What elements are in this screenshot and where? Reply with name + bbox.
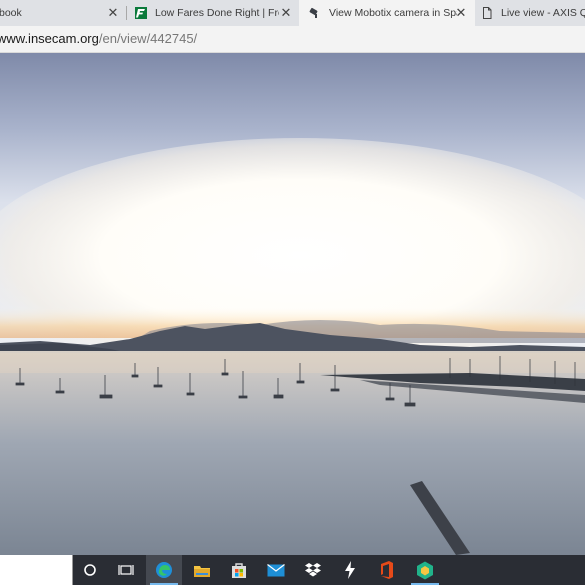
url-field[interactable]: www.insecam.org/en/view/442745/ [0, 31, 197, 46]
tab-close-icon[interactable]: ✕ [279, 6, 293, 20]
tab-frontier[interactable]: Low Fares Done Right | Frontier ✕ [127, 0, 299, 26]
tab-axis-live-view[interactable]: Live view - AXIS Q17 [475, 0, 585, 26]
webcam-image [0, 53, 585, 555]
mail-icon [267, 563, 285, 576]
page-icon [483, 7, 492, 19]
lightning-app-button[interactable] [332, 555, 368, 585]
tab-close-icon[interactable]: ✕ [106, 6, 120, 20]
tab-title: book [0, 7, 22, 19]
cortana-icon [84, 564, 96, 576]
camera-icon [309, 7, 318, 18]
url-path: /en/view/442745/ [98, 31, 198, 46]
file-explorer-button[interactable] [184, 555, 220, 585]
windows-taskbar [0, 555, 585, 585]
harbor-sunrise-scene [0, 53, 585, 555]
green-hex-app-button[interactable] [407, 555, 443, 585]
frontier-logo-icon [135, 7, 147, 19]
office-button[interactable] [369, 555, 405, 585]
store-icon [232, 562, 246, 578]
tab-title: Low Fares Done Right | Frontier [155, 7, 279, 19]
dropbox-button[interactable] [295, 555, 331, 585]
green-hex-app-icon [417, 561, 433, 579]
taskbar-search-box[interactable] [0, 555, 73, 585]
edge-taskbar-button[interactable] [146, 555, 182, 585]
task-view-button[interactable] [108, 555, 144, 585]
tab-title: View Mobotix camera in Spain [329, 7, 457, 19]
lightning-app-icon [345, 561, 355, 579]
office-icon [381, 561, 393, 579]
url-host: www.insecam.org [0, 31, 99, 46]
tab-title: Live view - AXIS Q17 [501, 7, 585, 19]
edge-browser-icon [156, 562, 172, 578]
tab-facebook[interactable]: book ✕ [0, 0, 127, 26]
tab-close-icon[interactable]: ✕ [454, 6, 468, 20]
browser-tab-strip: book ✕ Low Fares Done Right | Frontier ✕… [0, 0, 585, 26]
task-view-icon [118, 565, 134, 575]
file-explorer-icon [194, 565, 210, 577]
mail-button[interactable] [258, 555, 294, 585]
address-bar[interactable]: www.insecam.org/en/view/442745/ [0, 26, 585, 53]
dropbox-icon [305, 563, 321, 577]
cortana-button[interactable] [72, 555, 108, 585]
tab-mobotix-camera[interactable]: View Mobotix camera in Spain ✕ [299, 0, 475, 26]
store-button[interactable] [221, 555, 257, 585]
